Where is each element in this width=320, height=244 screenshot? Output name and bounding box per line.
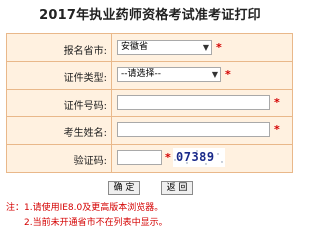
back-button[interactable]: 返 回 [161,181,193,195]
note-line-2: 2.当前未开通省市不在列表中显示。 [24,218,168,228]
id-type-value: --请选择-- [121,69,161,79]
required-mark: * [165,151,171,164]
notes: 注：1.请使用IE8.0及更高版本浏览器。 2.当前未开通省市不在列表中显示。 [6,201,168,231]
captcha-input[interactable] [117,150,162,165]
captcha-text: 07389 [176,150,215,164]
province-select[interactable]: 安徽省 ▼ [117,40,212,55]
id-type-row: 证件类型: --请选择-- ▼ * [7,63,292,89]
id-number-row: 证件号码: * [7,91,292,117]
row-divider [7,144,292,145]
admission-form: 报名省市: 安徽省 ▼ * 证件类型: --请选择-- ▼ * 证件号码: * … [6,33,293,173]
confirm-button[interactable]: 确 定 [108,181,140,195]
id-number-input[interactable] [117,95,270,110]
id-type-label: 证件类型: [63,73,107,84]
chevron-down-icon: ▼ [202,43,209,52]
province-label: 报名省市: [63,46,107,57]
captcha-image[interactable]: 07389 [173,148,225,167]
province-row: 报名省市: 安徽省 ▼ * [7,36,292,62]
id-number-label: 证件号码: [63,101,107,112]
required-mark: * [274,96,280,109]
page-title: 2017年执业药师资格考试准考证打印 [39,8,261,23]
chevron-down-icon: ▼ [211,70,218,79]
name-row: 考生姓名: * [7,118,292,144]
id-type-select[interactable]: --请选择-- ▼ [117,67,221,82]
row-divider [7,89,292,90]
name-input[interactable] [117,122,270,137]
required-mark: * [216,41,222,54]
captcha-row: 验证码: * 07389 [7,146,292,172]
name-label: 考生姓名: [63,128,107,139]
captcha-label: 验证码: [73,156,107,167]
note-line-1: 注：1.请使用IE8.0及更高版本浏览器。 [6,203,164,213]
required-mark: * [274,123,280,136]
province-value: 安徽省 [121,42,149,52]
required-mark: * [225,68,231,81]
